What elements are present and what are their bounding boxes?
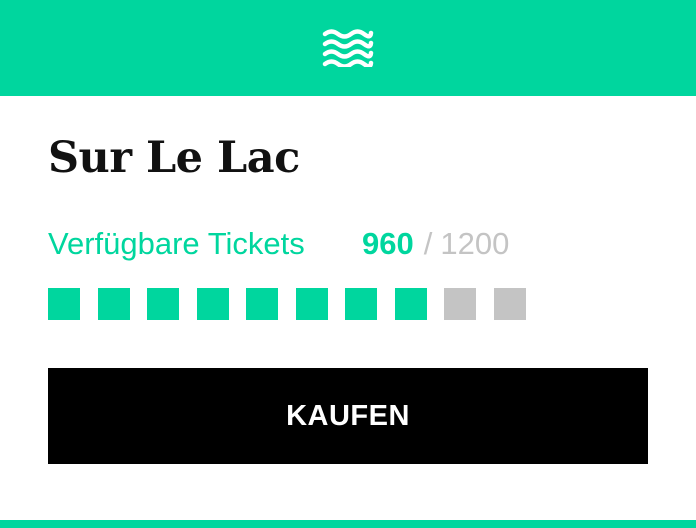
- footer-bar: [0, 520, 696, 528]
- availability-indicator: [48, 288, 526, 320]
- buy-button[interactable]: KAUFEN: [48, 368, 648, 464]
- waves-icon: [322, 29, 374, 67]
- availability-square-filled: [296, 288, 328, 320]
- availability-square-filled: [197, 288, 229, 320]
- tickets-separator: /: [423, 226, 433, 261]
- tickets-available-count: 960: [362, 226, 414, 261]
- availability-square-filled: [147, 288, 179, 320]
- tickets-total-count: 1200: [440, 226, 510, 261]
- tickets-label: Verfügbare Tickets: [48, 226, 305, 261]
- availability-square-filled: [345, 288, 377, 320]
- event-title: Sur Le Lac: [48, 133, 300, 183]
- availability-square-filled: [395, 288, 427, 320]
- availability-square-empty: [444, 288, 476, 320]
- header-bar: [0, 0, 696, 96]
- availability-square-empty: [494, 288, 526, 320]
- availability-square-filled: [48, 288, 80, 320]
- ticket-availability: Verfügbare Tickets 960 / 1200: [48, 226, 509, 266]
- availability-square-filled: [246, 288, 278, 320]
- availability-square-filled: [98, 288, 130, 320]
